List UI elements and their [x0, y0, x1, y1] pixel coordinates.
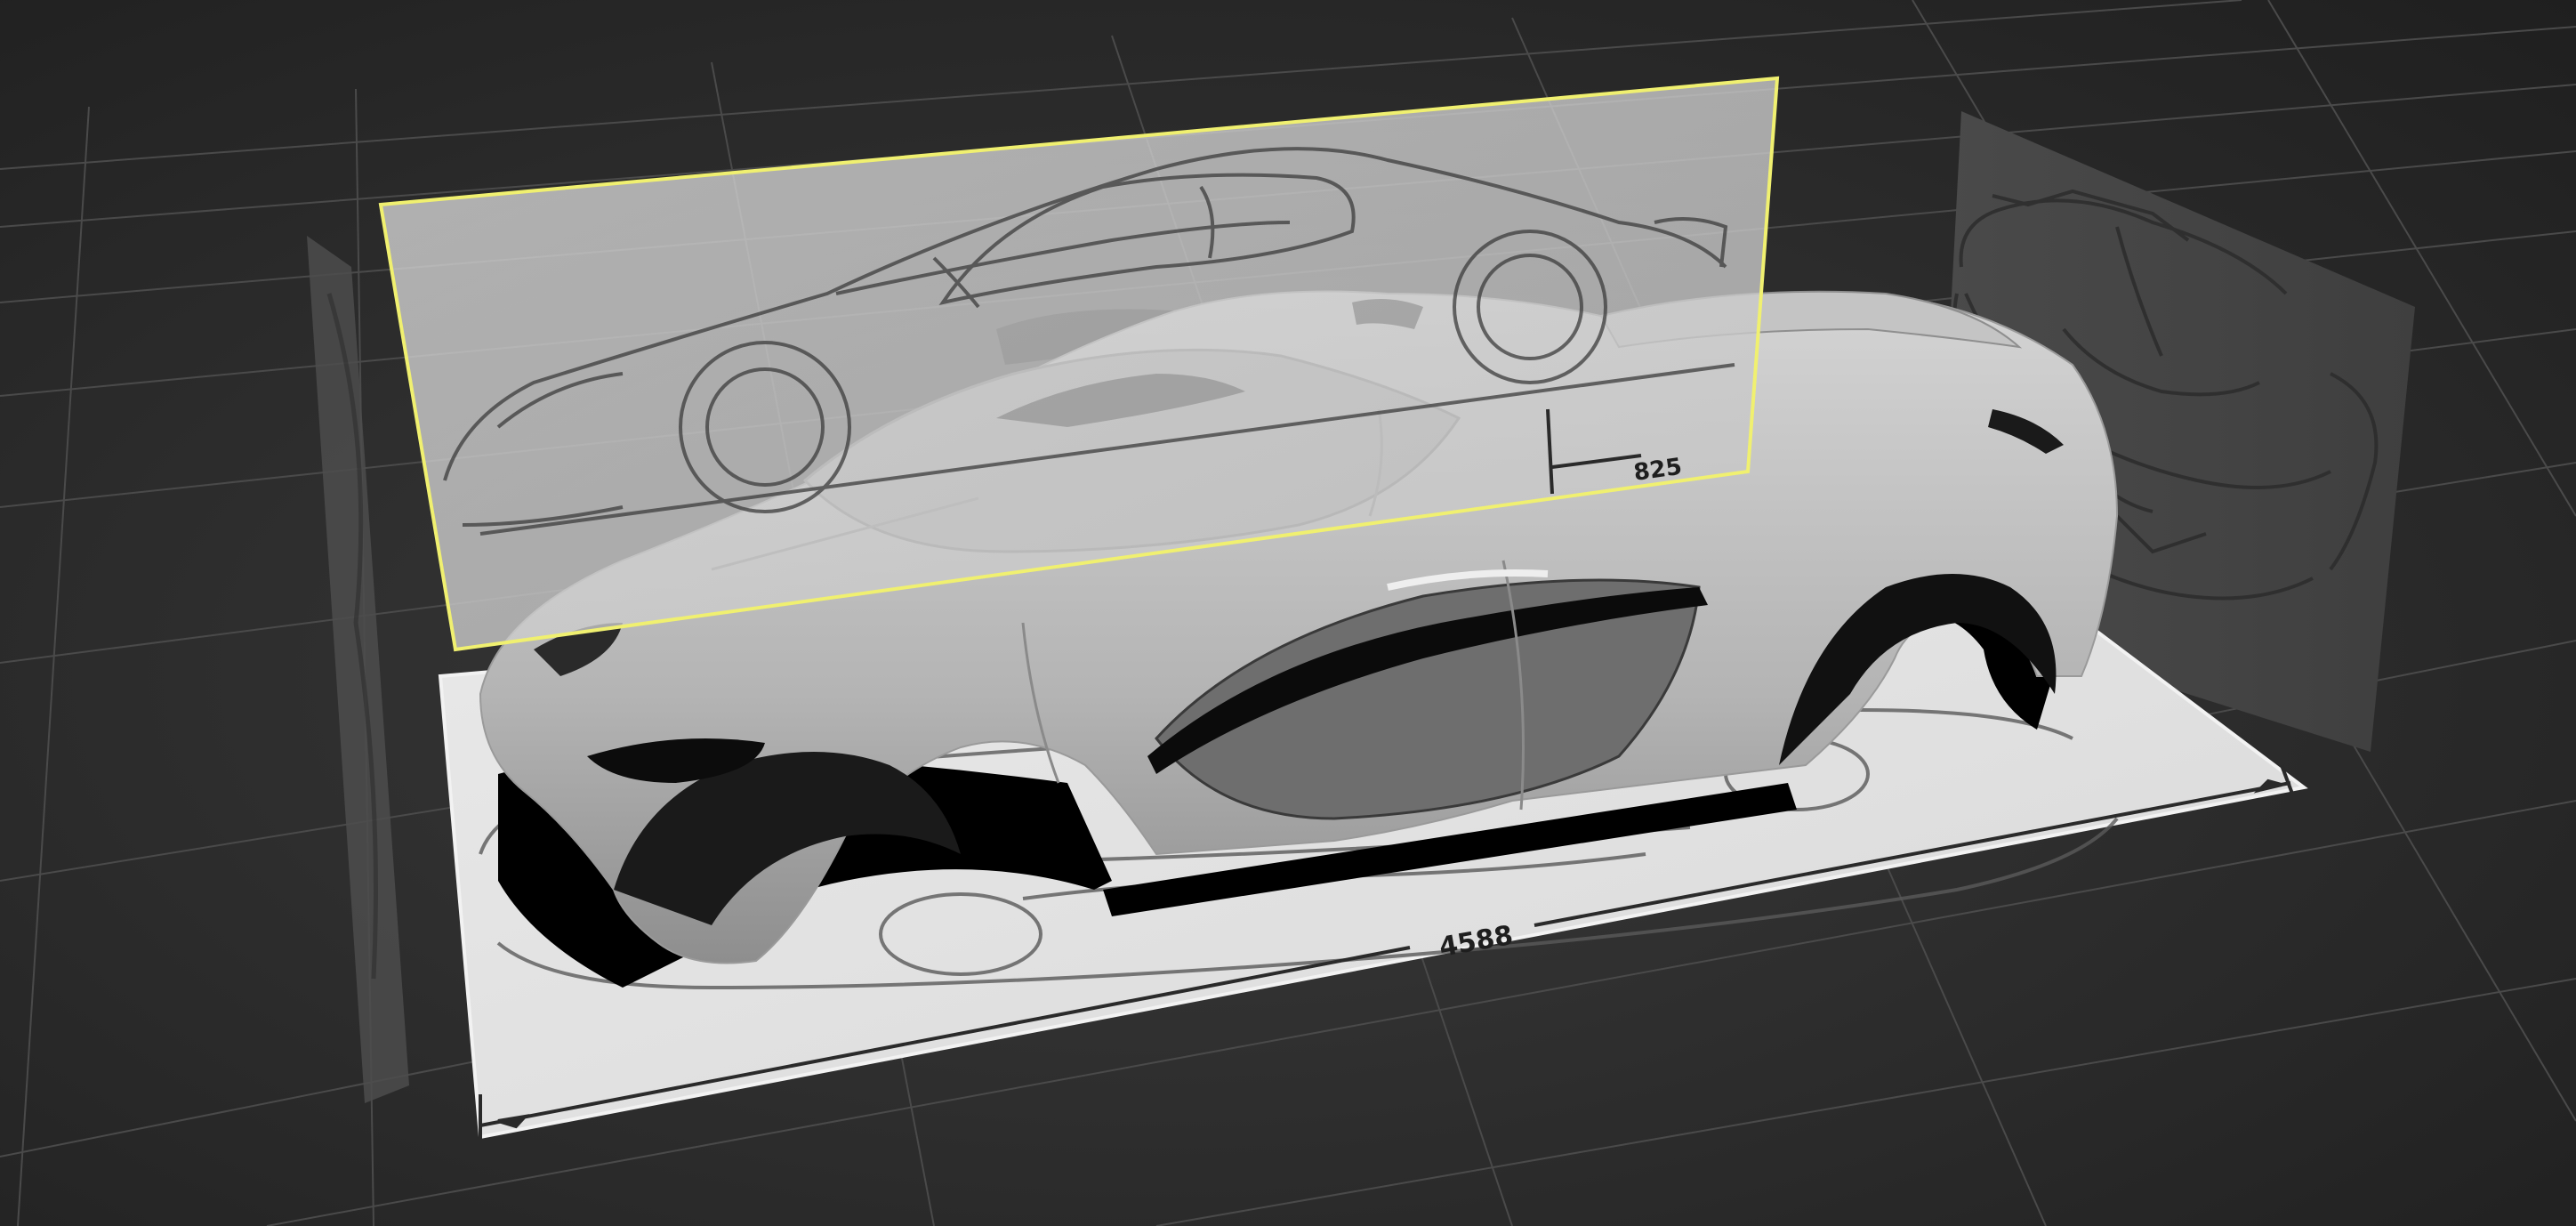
3d-viewport[interactable]: 4588 825: [0, 0, 2576, 1226]
viewport-scene: 4588 825: [0, 0, 2576, 1226]
front-view-blueprint[interactable]: [307, 236, 409, 1103]
